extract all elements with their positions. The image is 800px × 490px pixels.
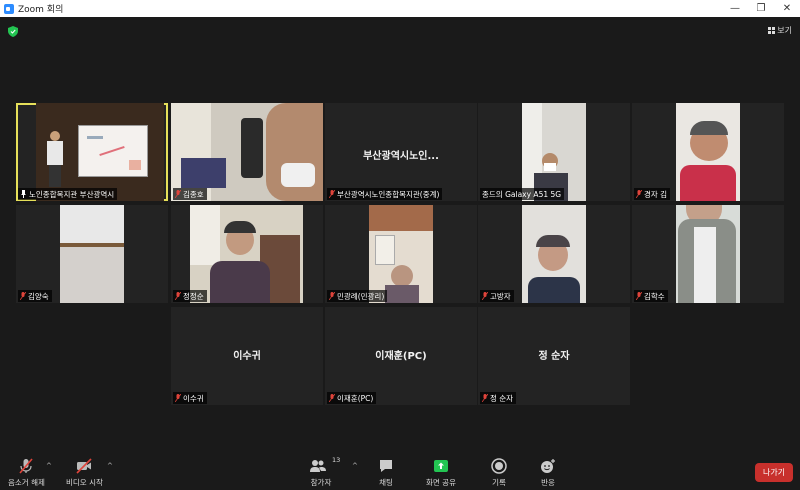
video-tile-4[interactable]: 종드의 Galaxy A51 5G [478,103,630,201]
video-feed [676,103,740,201]
video-tile-6[interactable]: 김양숙 [16,205,168,303]
video-tile-10[interactable]: 김학수 [632,205,784,303]
participant-label: 김종호 [173,188,207,200]
participants-label: 참가자 [310,478,332,487]
view-label: 보기 [777,26,792,35]
chat-label: 채팅 [379,478,393,487]
participants-icon [310,460,326,472]
record-label: 기록 [492,478,506,487]
participant-label: 김학수 [634,290,668,302]
video-feed [676,205,740,303]
share-screen-button[interactable]: 화면 공유 [426,458,456,488]
video-tile-11[interactable]: 이수귀 이수귀 [171,307,323,405]
video-tile-5[interactable]: 경자 김 [632,103,784,201]
unmute-label: 음소거 해제 [8,478,45,487]
video-tile-13[interactable]: 정 순자 정 순자 [478,307,630,405]
meeting-toolbar: 음소거 해제 ^ 비디오 시작 ^ 13 참가자 ^ 채팅 화면 공유 기록 반… [0,454,800,490]
start-video-button[interactable]: 비디오 시작 [66,458,103,488]
participant-label: 민광례(민광리) [327,290,388,302]
minimize-button[interactable]: — [722,0,748,17]
chat-button[interactable]: 채팅 [378,458,394,488]
window-title: Zoom 회의 [18,5,64,15]
restore-button[interactable]: ❐ [748,0,774,17]
participant-label: 김양숙 [18,290,52,302]
mic-muted-icon [329,292,335,300]
close-button[interactable]: ✕ [774,0,800,17]
participant-name-display: 정 순자 [538,351,570,362]
video-tile-3[interactable]: 부산광역시노인... 부산광역시노인종합복지관(중계) [325,103,477,201]
microphone-muted-icon [19,458,34,474]
record-icon [491,458,507,474]
video-options-caret[interactable]: ^ [107,462,113,470]
video-feed [171,103,323,201]
presentation-screen [78,125,148,177]
mic-muted-icon [636,292,642,300]
mic-muted-icon [329,394,335,402]
video-feed [190,205,303,303]
participant-label: 정 순자 [480,392,517,404]
video-feed [369,205,433,303]
participant-label: 정정순 [173,290,207,302]
mic-muted-icon [482,292,488,300]
video-feed [522,205,586,303]
mic-muted-icon [175,292,181,300]
zoom-logo-icon [4,3,14,14]
video-tile-9[interactable]: 고방자 [478,205,630,303]
mic-muted-icon [636,190,642,198]
mic-muted-icon [20,292,26,300]
start-video-label: 비디오 시작 [66,478,103,487]
audio-options-caret[interactable]: ^ [46,462,52,470]
participant-label: 종드의 Galaxy A51 5G [480,188,565,200]
video-tile-8[interactable]: 민광례(민광리) [325,205,477,303]
reactions-smiley-icon [541,459,555,473]
participants-options-caret[interactable]: ^ [352,462,358,470]
pin-icon [21,190,26,198]
grid-icon [768,27,776,34]
window-titlebar: Zoom 회의 — ❐ ✕ [0,0,800,17]
video-tile-7[interactable]: 정정순 [171,205,323,303]
participants-count: 13 [332,456,341,464]
chat-icon [380,460,392,472]
record-button[interactable]: 기록 [491,458,507,488]
security-shield-icon[interactable] [8,26,18,37]
participant-label: 고방자 [480,290,514,302]
participant-label: 경자 김 [634,188,671,200]
video-feed [60,205,124,303]
view-button[interactable]: 보기 [768,25,792,36]
video-feed [36,103,164,201]
reactions-label: 반응 [541,478,555,487]
unmute-button[interactable]: 음소거 해제 [8,458,45,488]
mic-muted-icon [175,394,181,402]
video-tile-2[interactable]: 김종호 [171,103,323,201]
video-feed [522,103,586,201]
participant-name-display: 이재훈(PC) [375,351,427,362]
participant-name-display: 이수귀 [233,351,261,362]
participant-label: 이수귀 [173,392,207,404]
reactions-button[interactable]: 반응 [540,458,556,488]
participant-label: 노인종합복지관 부산광역시 [18,188,118,200]
video-tile-12[interactable]: 이재훈(PC) 이재훈(PC) [325,307,477,405]
video-camera-off-icon [76,458,93,474]
mic-muted-icon [329,190,335,198]
share-screen-label: 화면 공유 [426,478,456,487]
participant-name-display: 부산광역시노인... [363,151,439,162]
leave-meeting-button[interactable]: 나가기 [755,463,793,482]
participant-label: 부산광역시노인종합복지관(중계) [327,188,443,200]
mic-muted-icon [175,190,181,198]
mic-muted-icon [482,394,488,402]
participants-button[interactable]: 13 참가자 [310,456,340,488]
video-tile-1[interactable]: 노인종합복지관 부산광역시 [16,103,168,201]
participant-label: 이재훈(PC) [327,392,377,404]
share-screen-icon [433,460,448,472]
